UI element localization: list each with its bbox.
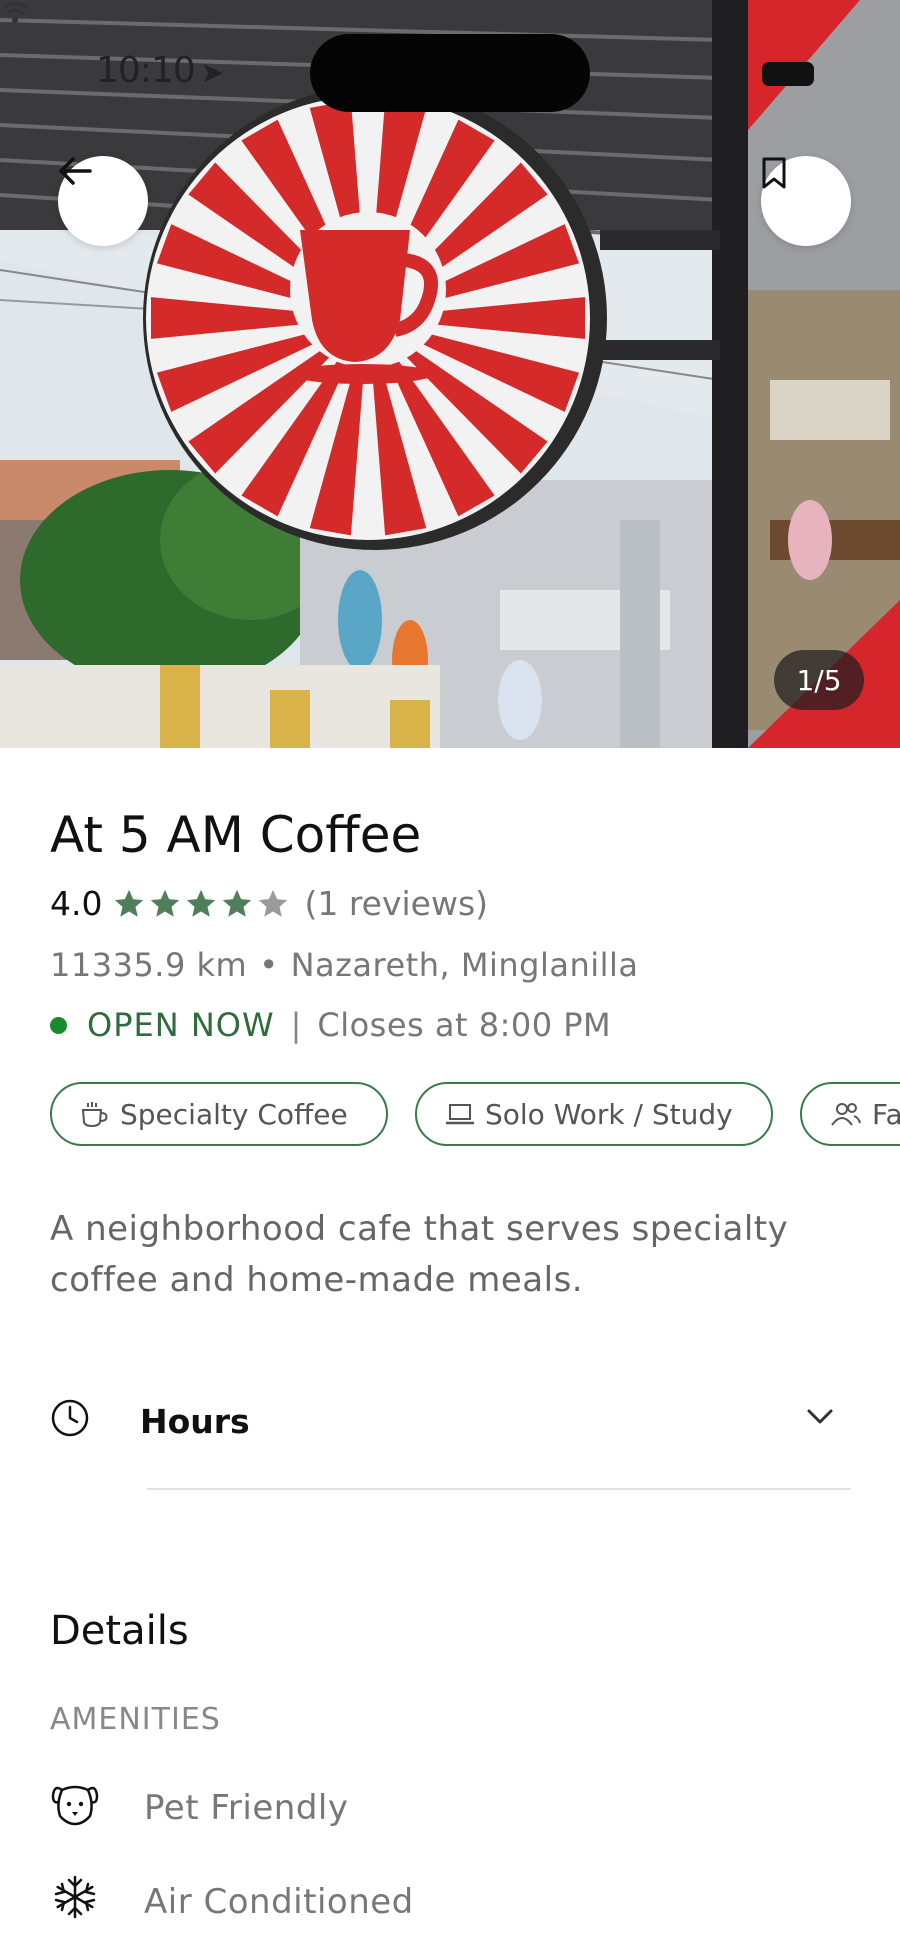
location: Nazareth, Minglanilla [290,946,639,984]
open-indicator-dot [50,1016,67,1034]
battery-icon [762,62,814,86]
tag-label: Solo Work / Study [485,1097,733,1131]
amenity-label: Air Conditioned [144,1882,414,1922]
place-description: A neighborhood cafe that serves specialt… [50,1209,789,1300]
tag-chip-family[interactable]: Fa [800,1082,900,1146]
wifi-icon [1,2,29,23]
star-icon [115,889,144,917]
reviews-count: (1 reviews) [304,884,489,923]
cafe-sign-photo [0,0,900,748]
rating-value: 4.0 [50,884,103,923]
tag-chip-solo-work[interactable]: Solo Work / Study [415,1082,773,1146]
bookmark-icon [762,157,786,189]
hero-photo[interactable]: 10:10 ➤ 1/5 [0,0,900,748]
star-rating [112,887,292,921]
open-status: OPEN NOW [87,1006,275,1044]
hours-label: Hours [140,1402,250,1441]
dynamic-island [310,34,590,112]
star-icon [259,889,288,917]
bookmark-button[interactable] [761,156,851,246]
chevron-down-icon[interactable] [806,1408,834,1426]
closing-time: Closes at 8:00 PM [317,1006,612,1044]
tag-label: Specialty Coffee [120,1097,348,1131]
laptop-icon [445,1102,475,1126]
snowflake-icon [54,1875,96,1919]
people-icon [830,1101,862,1127]
coffee-cup-icon [80,1100,110,1128]
amenity-pet-friendly: Pet Friendly [50,1778,550,1838]
divider [147,1488,851,1490]
hours-accordion[interactable]: Hours [50,1388,850,1458]
location-arrow-icon: ➤ [200,56,224,89]
arrow-left-icon [59,157,92,185]
details-heading: Details [50,1608,189,1654]
clock-icon [51,1399,89,1437]
star-icon [223,889,252,917]
rating-row[interactable]: 4.0 (1 reviews) [50,884,488,923]
amenity-air-conditioned: Air Conditioned [50,1872,550,1932]
photo-counter: 1/5 [774,650,864,710]
back-button[interactable] [58,156,148,246]
separator: | [290,1006,302,1044]
tag-label: Fa [872,1097,900,1131]
place-title: At 5 AM Coffee [50,806,422,864]
open-status-row: OPEN NOW | Closes at 8:00 PM [50,1006,611,1044]
tag-chips: Specialty Coffee Solo Work / Study Fa [50,1082,900,1152]
dog-icon [51,1785,99,1826]
distance: 11335.9 km [50,946,248,984]
star-icon [151,889,180,917]
status-time: 10:10 ➤ [96,50,224,91]
amenity-label: Pet Friendly [144,1788,349,1828]
star-icon [187,889,216,917]
separator-dot: • [259,946,279,984]
amenities-heading: AMENITIES [50,1702,221,1737]
distance-location-row: 11335.9 km • Nazareth, Minglanilla [50,946,639,984]
tag-chip-specialty-coffee[interactable]: Specialty Coffee [50,1082,388,1146]
